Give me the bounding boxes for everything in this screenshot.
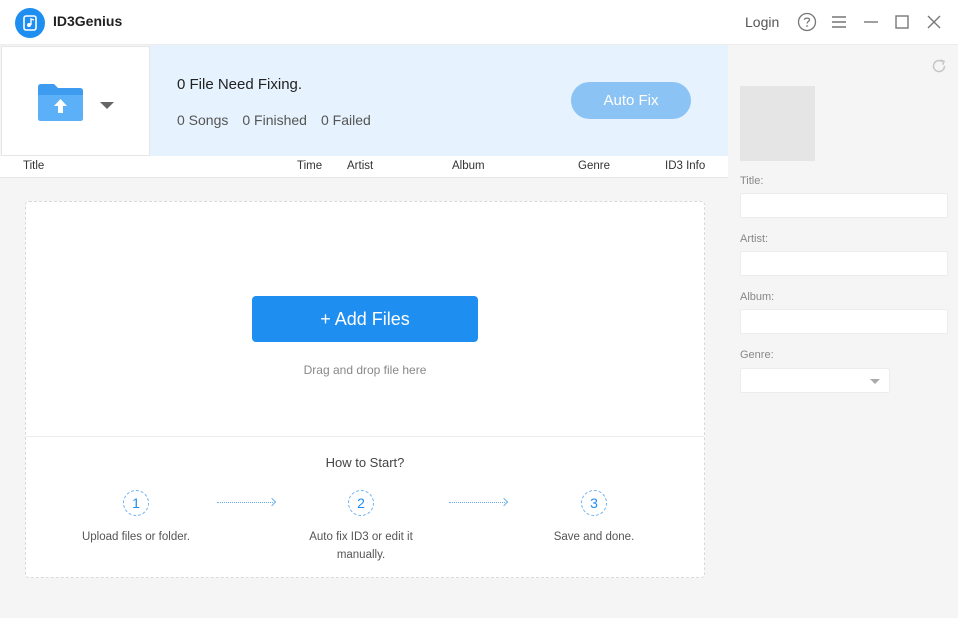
- column-title[interactable]: Title: [23, 160, 44, 172]
- artist-field[interactable]: [740, 251, 948, 276]
- genre-select[interactable]: [740, 368, 890, 393]
- divider: [26, 436, 704, 437]
- main-panel: 0 File Need Fixing. 0 Songs 0 Finished 0…: [0, 45, 728, 618]
- minimize-icon[interactable]: [861, 12, 881, 32]
- chevron-down-icon: [100, 102, 114, 109]
- refresh-icon[interactable]: [930, 57, 948, 80]
- step-1-number: 1: [123, 490, 149, 516]
- album-field[interactable]: [740, 309, 948, 334]
- app-logo-icon: [15, 8, 45, 38]
- file-drop-zone[interactable]: + Add Files Drag and drop file here How …: [25, 201, 705, 578]
- step-1-text: Upload files or folder.: [81, 531, 191, 543]
- songs-count: 0 Songs: [177, 112, 229, 128]
- title-bar: ID3Genius Login: [0, 0, 958, 45]
- need-fixing-text: 0 File Need Fixing.: [177, 76, 303, 93]
- table-header: Title Time Artist Album Genre ID3 Info: [0, 156, 728, 178]
- how-to-start-title: How to Start?: [325, 455, 405, 470]
- folder-upload-icon: [38, 84, 83, 121]
- drag-drop-hint: Drag and drop file here: [303, 363, 427, 377]
- genre-label: Genre:: [740, 349, 774, 361]
- column-time[interactable]: Time: [297, 160, 322, 172]
- arrow-right-icon: [217, 502, 273, 504]
- arrow-right-icon: [449, 502, 505, 504]
- column-genre[interactable]: Genre: [578, 160, 610, 172]
- status-counts: 0 Songs 0 Finished 0 Failed: [177, 112, 371, 128]
- artist-label: Artist:: [740, 233, 769, 245]
- column-album[interactable]: Album: [452, 160, 485, 172]
- chevron-down-icon: [870, 379, 880, 384]
- help-icon[interactable]: [797, 12, 817, 32]
- id3-info-panel: Title: Artist: Album: Genre:: [728, 45, 958, 618]
- title-field[interactable]: [740, 193, 948, 218]
- album-label: Album:: [740, 291, 775, 303]
- add-folder-dropdown[interactable]: [1, 46, 150, 156]
- finished-count: 0 Finished: [242, 112, 307, 128]
- step-3-number: 3: [581, 490, 607, 516]
- step-2-number: 2: [348, 490, 374, 516]
- login-link[interactable]: Login: [745, 14, 779, 30]
- maximize-icon[interactable]: [892, 12, 912, 32]
- menu-icon[interactable]: [829, 12, 849, 32]
- close-icon[interactable]: [924, 12, 944, 32]
- column-artist[interactable]: Artist: [347, 160, 373, 172]
- failed-count: 0 Failed: [320, 112, 371, 128]
- step-2-text: Auto fix ID3 or edit it manually.: [309, 531, 413, 561]
- fix-status-panel: 0 File Need Fixing. 0 Songs 0 Finished 0…: [150, 45, 728, 156]
- column-id3-info[interactable]: ID3 Info: [665, 160, 705, 172]
- step-3-text: Save and done.: [553, 531, 635, 543]
- title-label: Title:: [740, 175, 764, 187]
- auto-fix-button[interactable]: Auto Fix: [571, 82, 691, 119]
- app-name: ID3Genius: [53, 13, 123, 29]
- album-cover-placeholder[interactable]: [740, 86, 815, 161]
- add-files-button[interactable]: + Add Files: [252, 296, 478, 342]
